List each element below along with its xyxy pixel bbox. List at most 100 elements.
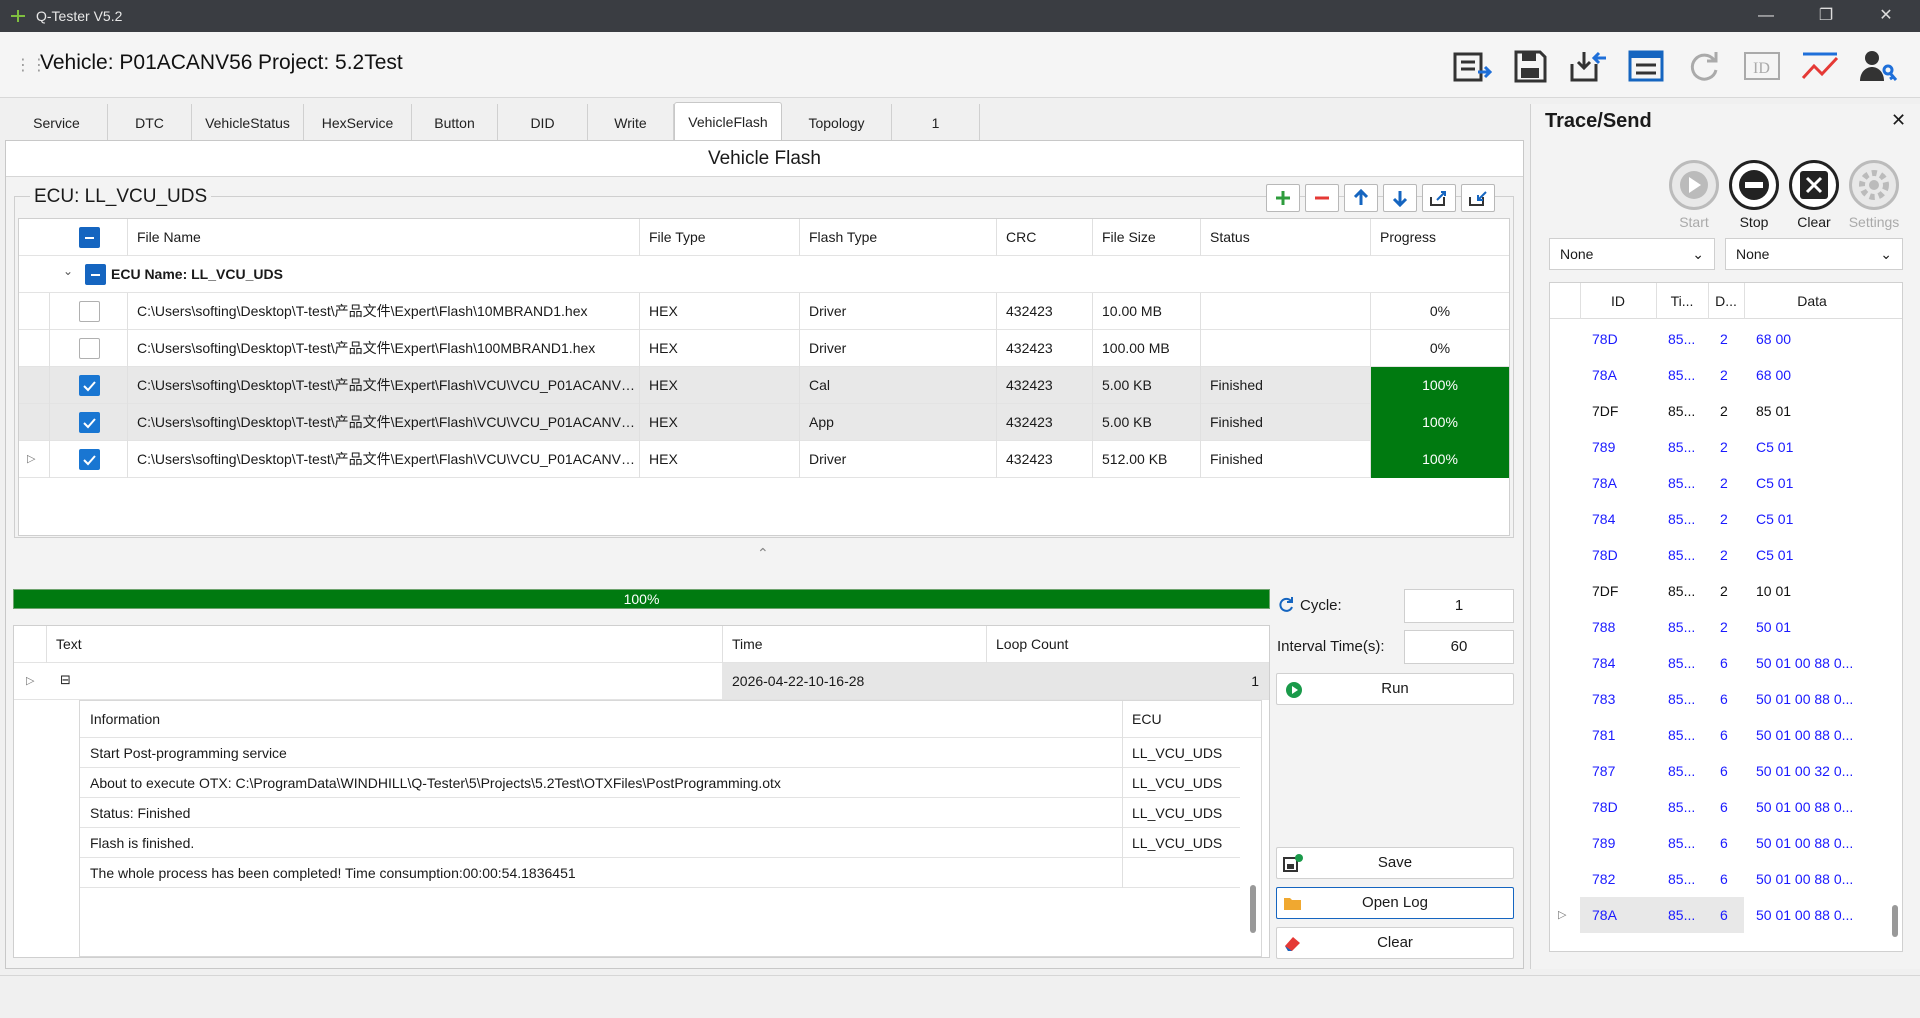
export-list-icon[interactable]	[1422, 184, 1456, 212]
col-dlc[interactable]: D...	[1708, 283, 1744, 319]
stop-button[interactable]	[1729, 160, 1779, 210]
log-line[interactable]: About to execute OTX: C:\ProgramData\WIN…	[80, 768, 1240, 798]
log-scrollbar[interactable]	[1250, 885, 1256, 933]
save-log-button[interactable]: Save	[1276, 847, 1514, 879]
tab-button[interactable]: Button	[412, 104, 498, 140]
tab-dtc[interactable]: DTC	[108, 104, 192, 140]
row-checkbox[interactable]	[79, 449, 100, 470]
cycle-input[interactable]: 1	[1404, 589, 1514, 623]
chevron-down-icon[interactable]: ⌄	[63, 264, 73, 278]
splitter-chevron-up-icon[interactable]: ⌃	[757, 545, 769, 562]
row-checkbox[interactable]	[79, 338, 100, 359]
start-button[interactable]	[1669, 160, 1719, 210]
trace-row[interactable]: 78D 85... 2 68 00	[1550, 321, 1880, 357]
col-file-size[interactable]: File Size	[1092, 219, 1200, 256]
interval-input[interactable]: 60	[1404, 630, 1514, 664]
clear-trace-button[interactable]	[1789, 160, 1839, 210]
trace-row[interactable]: 784 85... 2 C5 01	[1550, 501, 1880, 537]
trace-row[interactable]: 783 85... 6 50 01 00 88 0...	[1550, 681, 1880, 717]
refresh-icon[interactable]	[1682, 46, 1726, 86]
maximize-button[interactable]: ❐	[1796, 0, 1856, 32]
log-line[interactable]: Start Post-programming service LL_VCU_UD…	[80, 738, 1240, 768]
run-button[interactable]: Run	[1276, 673, 1514, 705]
tab-vehicleflash[interactable]: VehicleFlash	[674, 102, 782, 140]
trace-row[interactable]: 7DF 85... 2 10 01	[1550, 573, 1880, 609]
tab-hexservice[interactable]: HexService	[304, 104, 412, 140]
col-flash-type[interactable]: Flash Type	[799, 219, 996, 256]
row-expand-icon[interactable]: ▷	[27, 452, 35, 465]
tab-vehiclestatus[interactable]: VehicleStatus	[192, 104, 304, 140]
flash-file-row[interactable]: ▷ C:\Users\softing\Desktop\T-test\产品文件\Ex…	[19, 441, 1509, 478]
filter-select-1[interactable]: None ⌄	[1549, 238, 1715, 270]
tab-write[interactable]: Write	[588, 104, 674, 140]
flash-file-row[interactable]: C:\Users\softing\Desktop\T-test\产品文件\Exp…	[19, 404, 1509, 441]
col-file-name[interactable]: File Name	[127, 219, 639, 256]
log-line[interactable]: Status: Finished LL_VCU_UDS	[80, 798, 1240, 828]
row-checkbox[interactable]	[79, 412, 100, 433]
tab-1[interactable]: 1	[892, 104, 980, 140]
log-line[interactable]: The whole process has been completed! Ti…	[80, 858, 1240, 888]
list-icon[interactable]	[1624, 46, 1668, 86]
col-status[interactable]: Status	[1200, 219, 1370, 256]
minimize-button[interactable]: —	[1736, 0, 1796, 32]
col-crc[interactable]: CRC	[996, 219, 1092, 256]
export-icon[interactable]	[1450, 46, 1494, 86]
remove-file-button[interactable]	[1305, 184, 1339, 212]
log-line[interactable]: Flash is finished. LL_VCU_UDS	[80, 828, 1240, 858]
trace-row[interactable]: 78D 85... 6 50 01 00 88 0...	[1550, 789, 1880, 825]
trace-row[interactable]: ▷ 78A 85... 6 50 01 00 88 0...	[1550, 897, 1880, 933]
trace-row[interactable]: 787 85... 6 50 01 00 32 0...	[1550, 753, 1880, 789]
row-expand-icon[interactable]: ▷	[1558, 908, 1566, 921]
trace-row[interactable]: 781 85... 6 50 01 00 88 0...	[1550, 717, 1880, 753]
col-information[interactable]: Information	[80, 701, 1122, 738]
flash-file-row[interactable]: C:\Users\softing\Desktop\T-test\产品文件\Exp…	[19, 293, 1509, 330]
user-key-icon[interactable]	[1856, 46, 1900, 86]
ecu-group-row[interactable]: ⌄ ECU Name: LL_VCU_UDS	[19, 256, 1509, 293]
col-ecu[interactable]: ECU	[1122, 701, 1238, 738]
import-list-icon[interactable]	[1461, 184, 1495, 212]
open-log-button[interactable]: Open Log	[1276, 887, 1514, 919]
row-checkbox[interactable]	[79, 301, 100, 322]
trace-row[interactable]: 788 85... 2 50 01	[1550, 609, 1880, 645]
col-progress[interactable]: Progress	[1370, 219, 1509, 256]
col-time-short[interactable]: Ti...	[1656, 283, 1708, 319]
close-window-button[interactable]: ✕	[1856, 0, 1916, 32]
col-data[interactable]: Data	[1744, 283, 1880, 319]
trace-row[interactable]: 789 85... 2 C5 01	[1550, 429, 1880, 465]
trace-row[interactable]: 7DF 85... 2 85 01	[1550, 393, 1880, 429]
add-file-button[interactable]	[1266, 184, 1300, 212]
trace-row[interactable]: 78A 85... 2 68 00	[1550, 357, 1880, 393]
move-up-button[interactable]	[1344, 184, 1378, 212]
select-all-checkbox[interactable]	[79, 227, 100, 248]
collapse-box-icon[interactable]: ⊟	[60, 672, 71, 688]
import-icon[interactable]	[1566, 46, 1610, 86]
save-icon[interactable]	[1508, 46, 1552, 86]
col-text[interactable]: Text	[46, 626, 722, 663]
tab-topology[interactable]: Topology	[782, 104, 892, 140]
ecu-group-checkbox[interactable]	[85, 264, 106, 285]
tab-service[interactable]: Service	[6, 104, 108, 140]
row-checkbox[interactable]	[79, 375, 100, 396]
filter-select-2[interactable]: None ⌄	[1725, 238, 1903, 270]
trace-row[interactable]: 789 85... 6 50 01 00 88 0...	[1550, 825, 1880, 861]
close-trace-icon[interactable]: ✕	[1891, 110, 1906, 131]
trace-row[interactable]: 78A 85... 2 C5 01	[1550, 465, 1880, 501]
trace-row[interactable]: 782 85... 6 50 01 00 88 0...	[1550, 861, 1880, 897]
col-time[interactable]: Time	[722, 626, 986, 663]
expand-arrow-icon[interactable]: ▷	[26, 674, 34, 687]
col-file-type[interactable]: File Type	[639, 219, 799, 256]
tab-did[interactable]: DID	[498, 104, 588, 140]
chart-icon[interactable]	[1798, 46, 1842, 86]
log-entry-row[interactable]: ▷ ⊟ 2026-04-22-10-16-28 1	[14, 663, 1269, 700]
trace-row[interactable]: 78D 85... 2 C5 01	[1550, 537, 1880, 573]
flash-file-row[interactable]: C:\Users\softing\Desktop\T-test\产品文件\Exp…	[19, 367, 1509, 404]
move-down-button[interactable]	[1383, 184, 1417, 212]
flash-file-row[interactable]: C:\Users\softing\Desktop\T-test\产品文件\Exp…	[19, 330, 1509, 367]
trace-scrollbar[interactable]	[1892, 905, 1898, 937]
col-loop-count[interactable]: Loop Count	[986, 626, 1269, 663]
col-id[interactable]: ID	[1580, 283, 1656, 319]
id-icon[interactable]: ID	[1740, 46, 1784, 86]
clear-log-button[interactable]: Clear	[1276, 927, 1514, 959]
settings-button[interactable]	[1849, 160, 1899, 210]
trace-row[interactable]: 784 85... 6 50 01 00 88 0...	[1550, 645, 1880, 681]
